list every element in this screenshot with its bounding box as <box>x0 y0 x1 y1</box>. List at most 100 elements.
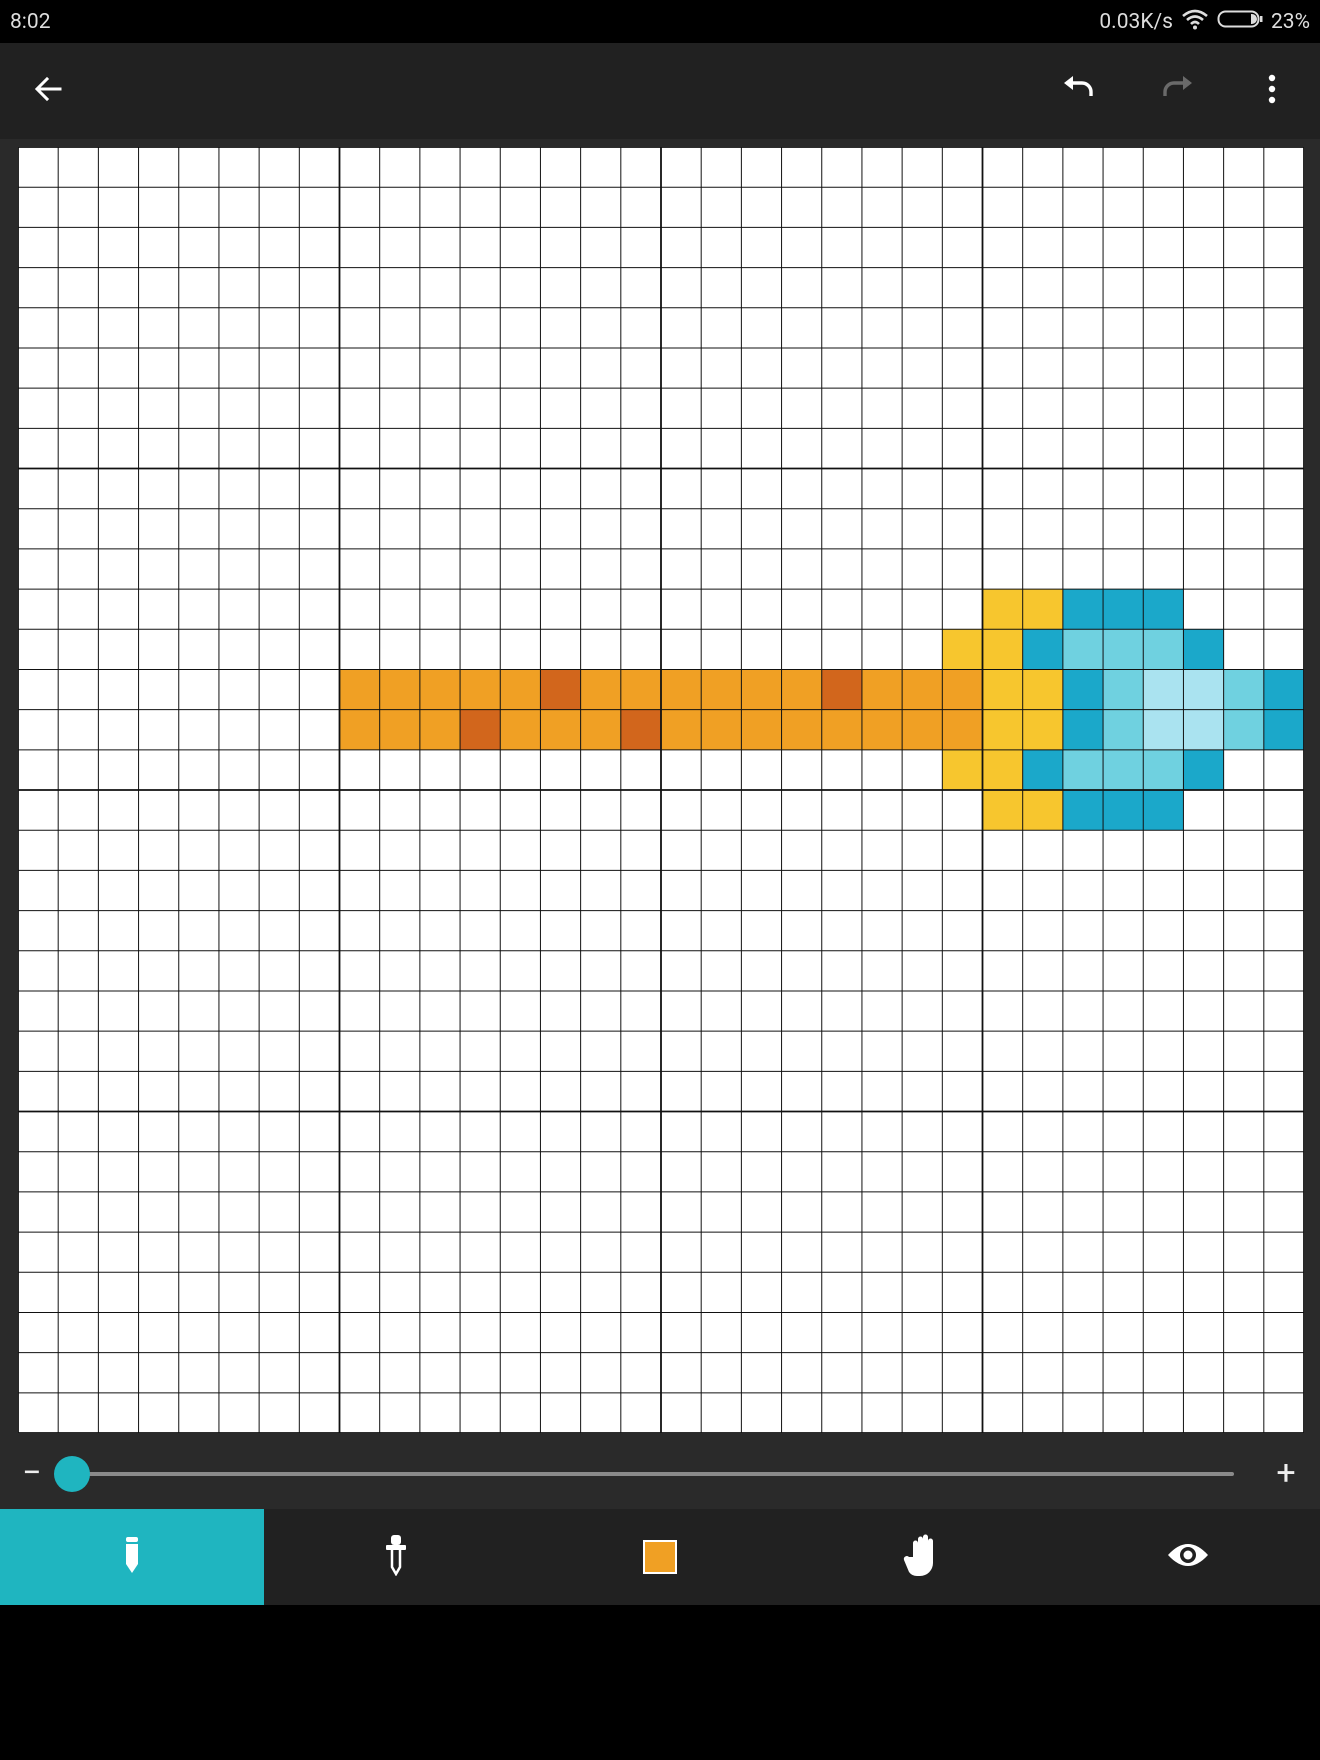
painted-pixel <box>1223 669 1264 710</box>
pixel-canvas[interactable] <box>18 147 1304 1433</box>
painted-pixel <box>1022 629 1063 670</box>
painted-pixel <box>1143 669 1184 710</box>
painted-pixel <box>982 629 1023 670</box>
painted-pixel <box>1022 709 1063 750</box>
painted-pixel <box>821 669 862 710</box>
painted-pixel <box>781 669 822 710</box>
overflow-menu-button[interactable] <box>1224 43 1320 139</box>
painted-pixel <box>1103 790 1144 831</box>
painted-pixel <box>942 709 983 750</box>
painted-pixel <box>1103 589 1144 630</box>
battery-percent: 23% <box>1271 10 1310 34</box>
painted-pixel <box>982 709 1023 750</box>
zoom-control: − + <box>0 1437 1320 1509</box>
painted-pixel <box>1062 790 1104 831</box>
painted-pixel <box>419 669 461 710</box>
painted-pixel <box>1103 629 1144 670</box>
redo-button[interactable] <box>1128 43 1224 139</box>
undo-icon <box>1060 73 1100 109</box>
painted-pixel <box>540 669 581 710</box>
pencil-tool[interactable] <box>0 1509 264 1605</box>
painted-pixel <box>942 749 983 790</box>
painted-pixel <box>982 790 1023 831</box>
painted-pixel <box>781 709 822 750</box>
painted-pixel <box>1062 749 1104 790</box>
painted-pixel <box>982 589 1023 630</box>
painted-pixel <box>1263 709 1304 750</box>
painted-pixel <box>1183 629 1224 670</box>
painted-pixel <box>1062 589 1104 630</box>
pan-tool[interactable] <box>792 1509 1056 1605</box>
eyedropper-tool[interactable] <box>264 1509 528 1605</box>
eyedropper-icon <box>384 1534 408 1580</box>
painted-pixel <box>1183 669 1224 710</box>
painted-pixel <box>379 709 420 750</box>
painted-pixel <box>1143 790 1184 831</box>
painted-pixel <box>1183 749 1224 790</box>
painted-pixel <box>580 709 621 750</box>
app-bar <box>0 43 1320 139</box>
painted-pixel <box>379 669 420 710</box>
painted-pixel <box>1103 669 1144 710</box>
painted-pixel <box>1062 669 1104 710</box>
painted-pixel <box>701 669 742 710</box>
painted-pixel <box>620 709 661 750</box>
painted-pixel <box>982 669 1023 710</box>
back-arrow-icon <box>32 73 64 109</box>
painted-pixel <box>741 669 782 710</box>
painted-pixel <box>1062 629 1104 670</box>
painted-pixel <box>1263 669 1304 710</box>
painted-pixel <box>1143 709 1184 750</box>
painted-pixel <box>701 709 742 750</box>
painted-pixel <box>1022 669 1063 710</box>
painted-pixel <box>741 709 782 750</box>
painted-pixel <box>1103 749 1144 790</box>
painted-pixel <box>861 669 903 710</box>
painted-pixel <box>661 709 702 750</box>
painted-pixel <box>982 749 1023 790</box>
eye-preview-icon <box>1166 1540 1210 1574</box>
network-speed: 0.03K/s <box>1099 10 1173 34</box>
painted-pixel <box>460 669 501 710</box>
painted-pixel <box>1022 589 1063 630</box>
zoom-slider-thumb[interactable] <box>54 1456 90 1492</box>
painted-pixel <box>580 669 621 710</box>
battery-icon <box>1217 9 1263 35</box>
painted-pixel <box>861 709 903 750</box>
painted-pixel <box>942 629 983 670</box>
painted-pixel <box>1223 709 1264 750</box>
painted-pixel <box>902 709 943 750</box>
zoom-out-button[interactable]: − <box>2 1437 62 1509</box>
painted-pixel <box>500 709 541 750</box>
painted-pixel <box>339 709 380 750</box>
painted-pixel <box>620 669 661 710</box>
painted-pixel <box>1062 709 1104 750</box>
painted-pixel <box>1183 709 1224 750</box>
painted-pixel <box>1143 629 1184 670</box>
color-swatch-icon <box>643 1540 677 1574</box>
painted-pixel <box>339 669 380 710</box>
painted-pixel <box>1103 709 1144 750</box>
painted-pixel <box>942 669 983 710</box>
painted-pixel <box>419 709 461 750</box>
painted-pixel <box>821 709 862 750</box>
zoom-in-button[interactable]: + <box>1256 1437 1316 1509</box>
painted-pixel <box>540 709 581 750</box>
painted-pixel <box>500 669 541 710</box>
redo-icon <box>1156 73 1196 109</box>
zoom-slider[interactable] <box>54 1456 1234 1492</box>
status-time: 8:02 <box>10 10 51 34</box>
hand-pan-icon <box>903 1533 945 1581</box>
tool-bar <box>0 1509 1320 1605</box>
painted-pixel <box>902 669 943 710</box>
preview-tool[interactable] <box>1056 1509 1320 1605</box>
status-bar: 8:02 0.03K/s 23% <box>0 0 1320 43</box>
color-picker-tool[interactable] <box>528 1509 792 1605</box>
painted-pixel <box>1143 589 1184 630</box>
undo-button[interactable] <box>1032 43 1128 139</box>
back-button[interactable] <box>0 43 96 139</box>
painted-pixel <box>1143 749 1184 790</box>
wifi-icon <box>1181 8 1209 36</box>
more-vert-icon <box>1267 73 1277 109</box>
painted-pixel <box>1022 749 1063 790</box>
